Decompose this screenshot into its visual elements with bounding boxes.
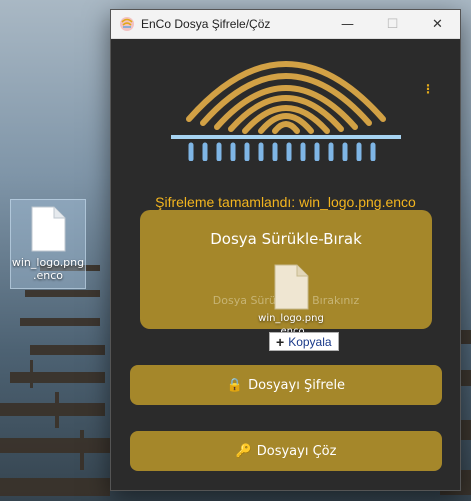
- app-logo-icon: [120, 17, 134, 31]
- copy-tooltip-label: Kopyala: [288, 334, 332, 349]
- close-button[interactable]: ✕: [415, 10, 460, 39]
- app-content: ⋮ Şifreleme tamamlandı: win_logo.png.enc…: [111, 39, 460, 490]
- decrypt-file-button[interactable]: 🔑 Dosyayı Çöz: [130, 431, 442, 471]
- minimize-button[interactable]: —: [325, 10, 370, 39]
- desktop-file-name: win_logo.png .enco: [11, 256, 85, 282]
- lock-icon: 🔒: [226, 377, 244, 393]
- dragged-file: win_logo.png .enco: [251, 264, 331, 338]
- plus-icon: +: [276, 333, 285, 350]
- status-message: Şifreleme tamamlandı: win_logo.png.enco: [155, 194, 416, 210]
- app-window: EnCo Dosya Şifrele/Çöz — ☐ ✕ ⋮ Şifreleme…: [110, 9, 461, 491]
- encrypt-button-label: Dosyayı Şifrele: [248, 377, 346, 393]
- desktop-file-icon[interactable]: win_logo.png .enco: [10, 199, 86, 289]
- dropzone-title: Dosya Sürükle-Bırak: [210, 230, 362, 248]
- key-icon: 🔑: [235, 443, 252, 459]
- title-bar[interactable]: EnCo Dosya Şifrele/Çöz — ☐ ✕: [111, 10, 460, 39]
- file-icon: [274, 264, 309, 310]
- file-icon: [31, 206, 66, 252]
- encrypt-file-button[interactable]: 🔒 Dosyayı Şifrele: [130, 365, 442, 405]
- fingerprint-logo: [171, 61, 401, 161]
- window-title: EnCo Dosya Şifrele/Çöz: [141, 17, 271, 31]
- menu-kebab-icon[interactable]: ⋮: [422, 83, 434, 95]
- copy-tooltip: + Kopyala: [269, 332, 339, 351]
- decrypt-button-label: Dosyayı Çöz: [256, 443, 337, 459]
- maximize-button[interactable]: ☐: [370, 10, 415, 39]
